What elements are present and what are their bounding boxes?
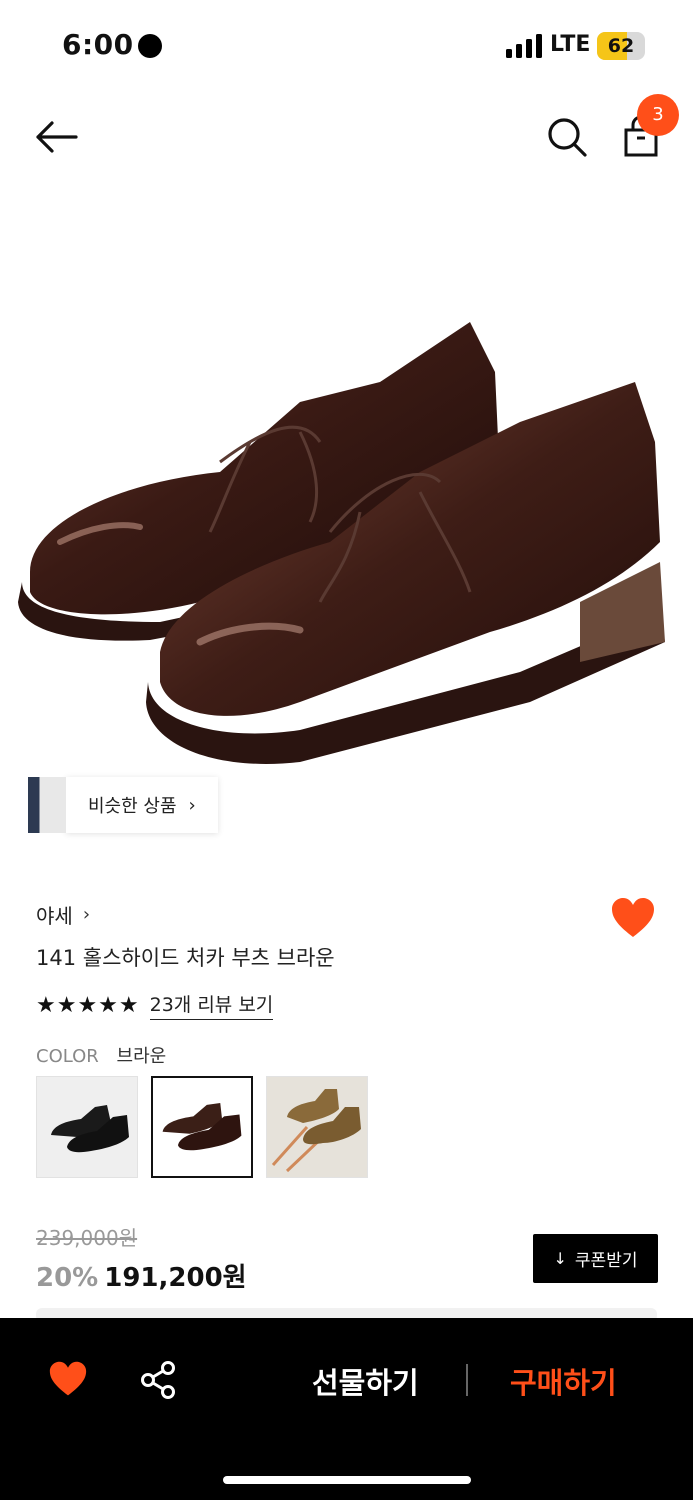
sale-price: 191,200원 (104, 1263, 247, 1293)
similar-product-thumbnail (28, 777, 66, 833)
divider (466, 1364, 468, 1396)
brand-name: 야세 (36, 904, 73, 928)
similar-products-pill: 비슷한 상품 › (66, 777, 218, 833)
swatch-tan[interactable] (266, 1076, 368, 1178)
product-image[interactable] (0, 182, 693, 842)
swatch-black[interactable] (36, 1076, 138, 1178)
gift-button[interactable]: 선물하기 (312, 1360, 419, 1402)
share-button[interactable] (140, 1360, 178, 1400)
wishlist-button-bottom[interactable] (48, 1360, 88, 1398)
original-price: 239,000원 (36, 1226, 138, 1250)
color-selector-label: COLOR 브라운 (36, 1042, 166, 1068)
status-time: 6:00 (62, 28, 134, 61)
network-label: LTE (550, 32, 591, 57)
download-icon: ↓ (553, 1249, 567, 1268)
battery-level: 62 (607, 35, 635, 57)
tan-boots-thumbnail (271, 1089, 361, 1173)
color-label: COLOR (36, 1046, 99, 1067)
chukka-boots-image (18, 322, 665, 764)
heart-icon (49, 1361, 87, 1396)
brown-boots-thumbnail (162, 1102, 242, 1151)
recording-dot-icon (138, 34, 162, 58)
product-title: 141 홀스하이드 처카 부츠 브라운 (36, 946, 335, 970)
coupon-button[interactable]: ↓ 쿠폰받기 (533, 1234, 658, 1283)
share-icon (141, 1361, 175, 1399)
buy-button[interactable]: 구매하기 (510, 1360, 617, 1402)
heart-icon (612, 898, 654, 937)
color-swatches (36, 1076, 368, 1178)
chevron-right-icon: › (188, 794, 196, 816)
swatch-brown[interactable] (151, 1076, 253, 1178)
price-row: 20% 191,200원 (36, 1257, 247, 1294)
color-value: 브라운 (116, 1046, 167, 1067)
signal-icon (506, 34, 542, 58)
battery-icon: 62 (597, 32, 645, 60)
back-button[interactable] (30, 112, 86, 162)
status-bar: 6:00 LTE 62 (0, 0, 693, 92)
coupon-label: 쿠폰받기 (574, 1251, 638, 1271)
back-arrow-icon (36, 121, 78, 153)
star-rating: ★★★★★ (36, 992, 140, 1018)
wishlist-button[interactable] (610, 896, 656, 940)
review-link[interactable]: 23개 리뷰 보기 (149, 990, 274, 1020)
search-icon (548, 118, 587, 157)
home-indicator[interactable] (223, 1476, 471, 1484)
cart-count-badge: 3 (637, 94, 679, 136)
similar-products-button[interactable]: 비슷한 상품 › (28, 776, 218, 834)
brand-link[interactable]: 야세 › (36, 900, 90, 929)
top-nav (0, 92, 693, 182)
black-boots-thumbnail (51, 1105, 129, 1153)
chevron-right-icon: › (82, 904, 91, 925)
search-button[interactable] (542, 112, 592, 162)
discount-rate: 20% (36, 1263, 99, 1293)
bottom-action-bar: 선물하기 구매하기 (0, 1318, 693, 1500)
rating-row: ★★★★★ 23개 리뷰 보기 (36, 990, 274, 1020)
similar-products-label: 비슷한 상품 (88, 796, 177, 817)
